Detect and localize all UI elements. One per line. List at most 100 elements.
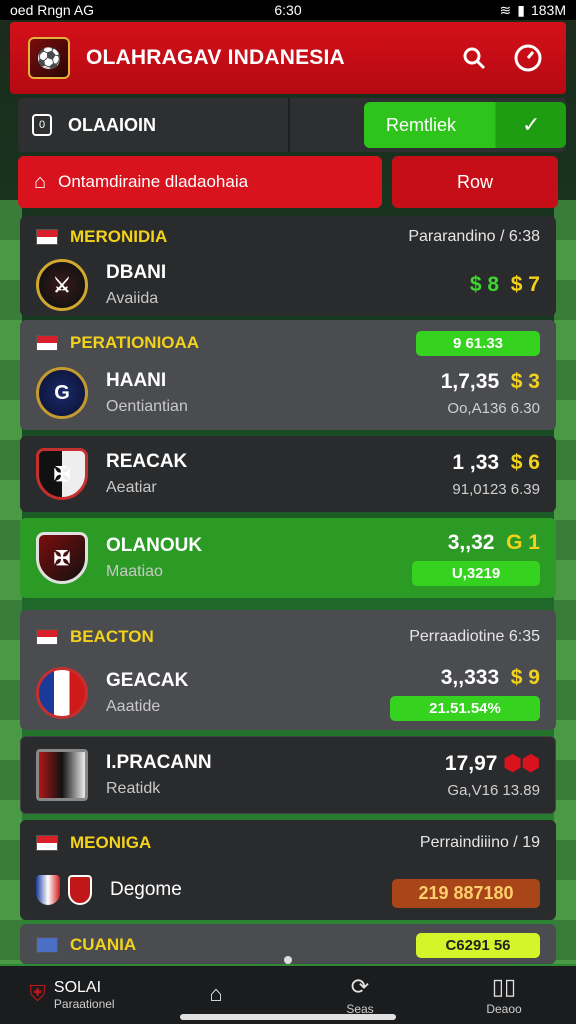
flag-icon xyxy=(36,335,58,351)
odds-a: 1,7,35 xyxy=(440,369,500,393)
match-row[interactable]: ⚔ DBANI Avaiida $ 8 $ 7 xyxy=(20,256,556,314)
clock-icon xyxy=(514,44,542,72)
league-name: MEONIGA xyxy=(70,833,152,852)
match-badge: 219 887180 xyxy=(392,878,540,908)
match-badge: 21.51.54% xyxy=(390,695,540,721)
search-button[interactable] xyxy=(454,38,494,78)
clock-button[interactable] xyxy=(508,38,548,78)
alert-label: Ontamdiraine dladaohaia xyxy=(58,172,249,191)
section-label: OLAAIOIN xyxy=(68,114,156,135)
odds-line: 91,0123 6.39 xyxy=(452,480,540,498)
odds-b: $ 9 xyxy=(510,665,540,689)
page-indicator-dot xyxy=(284,956,292,964)
refresh-icon: ⟳ xyxy=(350,974,370,999)
status-battery: 183M xyxy=(530,2,566,18)
odds-b: $ 3 xyxy=(510,369,540,393)
team-sub: Maatiao xyxy=(106,563,163,580)
odds-a: 3,,333 xyxy=(440,665,500,689)
flag-icon xyxy=(36,835,58,851)
team-name: HAANI xyxy=(106,370,167,391)
search-icon xyxy=(463,47,486,70)
team-sub: Aaatide xyxy=(106,698,161,715)
book-icon: ▯▯ xyxy=(491,974,517,999)
league-badge: C6291 56 xyxy=(416,932,540,958)
league-header: MERONIDIA Pararandino / 6:38 xyxy=(20,222,556,252)
row-button[interactable]: Row xyxy=(392,156,558,208)
team-crest-icon: ⚔ xyxy=(36,259,88,311)
team-crest-icon: ✠ xyxy=(36,532,88,584)
match-row-selected[interactable]: ✠ OLANOUK Maatiao 3,,32 G 1 U,3219 xyxy=(20,520,556,596)
app-header: ⚽ OLAHRAGAV INDANESIA xyxy=(10,22,566,94)
screen-icon: 0 xyxy=(32,114,52,136)
match-badge: U,3219 xyxy=(412,560,540,586)
team-crest-icon xyxy=(36,749,88,801)
app-logo: ⚽ xyxy=(28,37,70,79)
alert-row: ⌂ Ontamdiraine dladaohaia Row xyxy=(18,156,558,208)
team-name: REACAK xyxy=(106,451,188,472)
league-badge: 9 61.33 xyxy=(416,330,540,356)
league-meta: Pararandino / 6:38 xyxy=(408,228,540,245)
flag-icon xyxy=(36,629,58,645)
match-row[interactable]: GEACAK Aaatide 3,,333 $ 9 21.51.54% xyxy=(20,660,556,726)
league-meta: Perraindiiino / 19 xyxy=(419,834,540,851)
section-bar: 0 OLAAIOIN Remtliek ✓ xyxy=(18,98,566,152)
green-action-button[interactable]: Remtliek ✓ xyxy=(364,102,566,148)
check-icon: ✓ xyxy=(522,112,541,137)
status-time: 6:30 xyxy=(274,2,302,18)
team-name: Degome xyxy=(110,879,182,900)
team-name: DBANI xyxy=(106,262,167,283)
status-right: ≋ ▮ 183M xyxy=(500,2,566,19)
nav-item-solai[interactable]: ⛨ SOLAI Paraationel xyxy=(0,979,144,1011)
home-indicator[interactable] xyxy=(180,1014,396,1020)
team-crest-icon: ✠ xyxy=(36,448,88,500)
team-crest-icon xyxy=(68,875,92,905)
nav-item-home[interactable]: ⌂ xyxy=(144,981,288,1009)
nav-item-seas[interactable]: ⟳ Seas xyxy=(288,974,432,1016)
league-header: BEACTON Perraadiotine 6:35 xyxy=(20,622,556,652)
odds-a: 1 ,33 xyxy=(452,450,500,474)
match-row[interactable]: G HAANI Oentiantian 1,7,35 $ 3 Oo,A136 6… xyxy=(20,362,556,424)
odds-a: $ 8 xyxy=(469,273,500,296)
league-header: PERATIONIOAA 9 61.33 xyxy=(20,328,556,358)
league-name: MERONIDIA xyxy=(70,227,168,246)
flag-icon xyxy=(36,937,58,953)
team-crest-icon: G xyxy=(36,367,88,419)
team-sub: Reatidk xyxy=(106,780,161,797)
league-name: PERATIONIOAA xyxy=(70,333,200,352)
match-row[interactable]: I.PRACANN Reatidk 17,97 ⬢⬢ Ga,V16 13.89 xyxy=(20,742,556,808)
odds-line: Oo,A136 6.30 xyxy=(447,399,540,417)
team-crest-icon xyxy=(36,667,88,719)
green-action-label: Remtliek xyxy=(386,114,457,135)
team-sub: Oentiantian xyxy=(106,398,188,415)
team-crests xyxy=(36,875,92,905)
home-icon: ⌂ xyxy=(209,981,223,1006)
home-alert-icon: ⌂ xyxy=(34,170,47,193)
team-crest-icon xyxy=(36,875,60,905)
odds-a: 17,97 xyxy=(444,752,498,775)
status-carrier: oed Rngn AG xyxy=(10,2,95,18)
match-row[interactable]: ✠ REACAK Aeatiar 1 ,33 $ 6 91,0123 6.39 xyxy=(20,442,556,506)
section-selector[interactable]: 0 OLAAIOIN xyxy=(18,98,290,152)
status-bar: oed Rngn AG 6:30 ≋ ▮ 183M xyxy=(0,0,576,20)
odds-a: 3,,32 xyxy=(447,530,495,554)
match-row[interactable]: Degome 219 887180 xyxy=(20,864,556,916)
team-sub: Avaiida xyxy=(106,290,159,307)
signal-icon: ▮ xyxy=(517,1,525,18)
app-title: OLAHRAGAV INDANESIA xyxy=(86,46,345,69)
shield-icon: ⬢⬢ xyxy=(503,752,540,775)
nav-label: SOLAI xyxy=(53,979,102,996)
league-meta: Perraadiotine 6:35 xyxy=(409,628,540,645)
odds-line: Ga,V16 13.89 xyxy=(447,782,540,799)
nav-label: Deaoo xyxy=(486,1002,522,1016)
league-name: BEACTON xyxy=(70,627,154,646)
nav-item-deaoo[interactable]: ▯▯ Deaoo xyxy=(432,974,576,1016)
league-name: CUANIA xyxy=(70,935,137,954)
team-sub: Aeatiar xyxy=(106,479,157,496)
stadium-background-right xyxy=(554,200,576,964)
team-name: OLANOUK xyxy=(106,535,203,556)
team-name: GEACAK xyxy=(106,670,189,691)
wifi-icon: ≋ xyxy=(499,1,512,18)
nav-sub-label: Paraationel xyxy=(53,997,115,1011)
flag-icon xyxy=(36,229,58,245)
alert-button[interactable]: ⌂ Ontamdiraine dladaohaia xyxy=(18,156,382,208)
